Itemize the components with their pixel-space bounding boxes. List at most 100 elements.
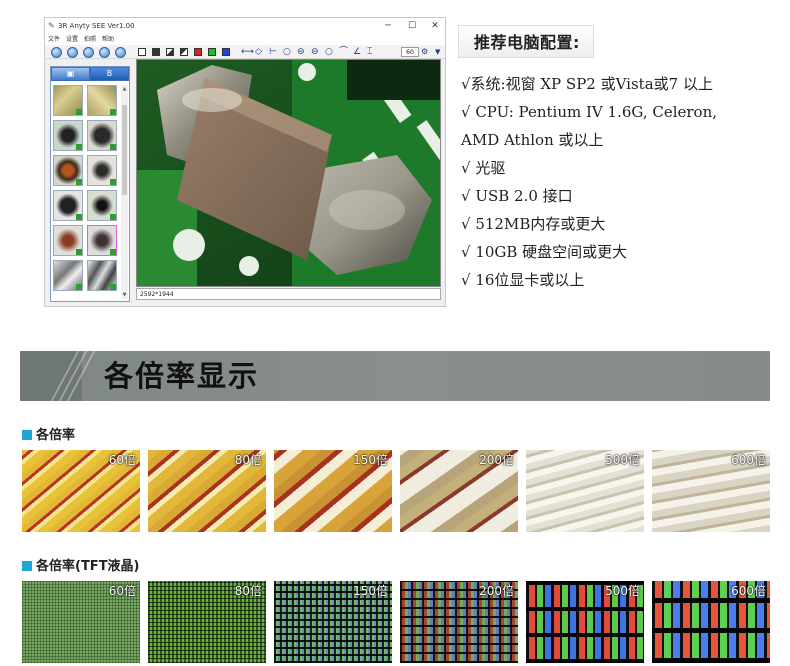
toolbar: ⟷ ◇ ⊢ ○ ⊖ ⊖ ○ ⌒ ∠ ⌶ 60 ⚙ ▼ bbox=[45, 45, 445, 59]
sample-image-80x: 80倍 bbox=[148, 450, 266, 532]
tft-image-60x: 60倍 bbox=[22, 581, 140, 663]
thumbnail-panel: ▣ B ▲ ▼ bbox=[50, 66, 130, 302]
color-green-icon[interactable] bbox=[208, 48, 216, 56]
thumbnail-item[interactable] bbox=[87, 260, 117, 291]
close-button[interactable]: ✕ bbox=[426, 20, 444, 33]
spec-disk: √ 10GB 硬盘空间或更大 bbox=[461, 243, 628, 261]
saved-mark bbox=[110, 284, 116, 290]
tft-image-150x: 150倍 bbox=[274, 581, 392, 663]
contrast-icon[interactable] bbox=[166, 48, 174, 56]
zoom-out-icon[interactable] bbox=[115, 47, 126, 58]
section-label-magnification: 各倍率 bbox=[22, 428, 75, 444]
title-bar: ✎ 3R Anyty SEE Ver1.00 ─ ☐ ✕ bbox=[45, 18, 445, 35]
spec-cpu-cont: AMD Athlon 或以上 bbox=[461, 131, 604, 149]
menu-file[interactable]: 文件 bbox=[48, 35, 60, 45]
maximize-button[interactable]: ☐ bbox=[403, 20, 421, 33]
color-blue-icon[interactable] bbox=[222, 48, 230, 56]
magnification-label: 600倍 bbox=[731, 584, 766, 598]
sample-image-150x: 150倍 bbox=[274, 450, 392, 532]
measure-ellipse-icon[interactable]: ○ bbox=[325, 46, 333, 58]
magnification-label: 200倍 bbox=[479, 584, 514, 598]
saved-mark bbox=[76, 109, 82, 115]
microscope-image bbox=[137, 60, 440, 286]
thumbnail-item[interactable] bbox=[53, 190, 83, 221]
tab-videos[interactable]: B bbox=[90, 67, 129, 81]
spec-list: √系统:视窗 XP SP2 或Vista或7 以上 √ CPU: Pentium… bbox=[461, 70, 779, 294]
app-icon: ✎ bbox=[48, 21, 55, 30]
section-label-text: 各倍率(TFT液晶) bbox=[36, 559, 140, 574]
fill-tool-icon[interactable] bbox=[152, 48, 160, 56]
spec-cpu: √ CPU: Pentium IV 1.6G, Celeron, bbox=[461, 103, 718, 121]
saved-mark bbox=[110, 214, 116, 220]
saved-mark bbox=[76, 284, 82, 290]
sample-image-60x: 60倍 bbox=[22, 450, 140, 532]
menu-help[interactable]: 帮助 bbox=[102, 35, 114, 45]
measure-circle-icon[interactable]: ○ bbox=[283, 46, 291, 58]
text-tool-icon[interactable]: ⌶ bbox=[367, 46, 372, 58]
thumbnail-item[interactable] bbox=[53, 155, 83, 186]
thumbnail-item[interactable] bbox=[87, 85, 117, 116]
menu-settings[interactable]: 设置 bbox=[66, 35, 78, 45]
invert-icon[interactable] bbox=[180, 48, 188, 56]
spec-os: √系统:视窗 XP SP2 或Vista或7 以上 bbox=[461, 75, 713, 93]
magnification-label: 500倍 bbox=[605, 453, 640, 467]
measure-angle-icon[interactable]: ∠ bbox=[353, 46, 361, 58]
zoom-in-icon[interactable] bbox=[99, 47, 110, 58]
section-square-icon bbox=[22, 561, 32, 571]
record-video-icon[interactable] bbox=[67, 47, 78, 58]
section-banner: 各倍率显示 bbox=[20, 351, 770, 401]
spec-memory: √ 512MB内存或更大 bbox=[461, 215, 606, 233]
measure-arc-icon[interactable]: ⌒ bbox=[339, 46, 348, 58]
live-preview[interactable] bbox=[136, 59, 441, 287]
section-label-tft: 各倍率(TFT液晶) bbox=[22, 559, 140, 575]
window-title: 3R Anyty SEE Ver1.00 bbox=[58, 22, 135, 30]
saved-mark bbox=[110, 249, 116, 255]
saved-mark bbox=[76, 179, 82, 185]
spec-heading: 推荐电脑配置: bbox=[474, 33, 580, 52]
measure-radius-icon[interactable]: ⊖ bbox=[297, 46, 305, 58]
measure-diameter-icon[interactable]: ⊖ bbox=[311, 46, 319, 58]
measure-perpendicular-icon[interactable]: ⊢ bbox=[269, 46, 277, 58]
spec-graphics: √ 16位显卡或以上 bbox=[461, 271, 585, 289]
thumbnail-item[interactable] bbox=[53, 85, 83, 116]
saved-mark bbox=[110, 109, 116, 115]
menu-capture[interactable]: 拍照 bbox=[84, 35, 96, 45]
saved-mark bbox=[76, 249, 82, 255]
scroll-up-icon[interactable]: ▲ bbox=[121, 85, 128, 93]
thumbnail-item[interactable] bbox=[53, 225, 83, 256]
saved-mark bbox=[110, 179, 116, 185]
settings-gear-icon[interactable]: ⚙ bbox=[421, 46, 428, 58]
magnification-label: 80倍 bbox=[234, 453, 262, 467]
timer-icon[interactable] bbox=[83, 47, 94, 58]
thumbnail-item[interactable] bbox=[53, 260, 83, 291]
zoom-value-field[interactable]: 60 bbox=[401, 47, 419, 57]
expand-arrow-icon[interactable]: ▼ bbox=[435, 46, 440, 58]
thumbnail-item[interactable] bbox=[87, 190, 117, 221]
capture-photo-icon[interactable] bbox=[51, 47, 62, 58]
magnification-label: 500倍 bbox=[605, 584, 640, 598]
magnification-label: 60倍 bbox=[108, 453, 136, 467]
thumbnail-grid bbox=[53, 85, 121, 299]
tab-photos[interactable]: ▣ bbox=[51, 67, 90, 81]
magnification-label: 60倍 bbox=[108, 584, 136, 598]
thumbnail-item[interactable] bbox=[87, 155, 117, 186]
tft-image-600x: 600倍 bbox=[652, 581, 770, 663]
color-red-icon[interactable] bbox=[194, 48, 202, 56]
magnification-label: 200倍 bbox=[479, 453, 514, 467]
banner-title: 各倍率显示 bbox=[104, 359, 260, 393]
saved-mark bbox=[76, 214, 82, 220]
measure-line-icon[interactable]: ⟷ bbox=[241, 46, 254, 58]
section-label-text: 各倍率 bbox=[36, 428, 76, 443]
sample-image-600x: 600倍 bbox=[652, 450, 770, 532]
scroll-down-icon[interactable]: ▼ bbox=[121, 291, 128, 299]
measure-rhombus-icon[interactable]: ◇ bbox=[255, 46, 262, 58]
thumbnail-item-selected[interactable] bbox=[87, 225, 117, 256]
sample-image-500x: 500倍 bbox=[526, 450, 644, 532]
spec-optical-drive: √ 光驱 bbox=[461, 159, 506, 177]
thumbnail-scrollbar[interactable]: ▲ ▼ bbox=[121, 85, 128, 299]
minimize-button[interactable]: ─ bbox=[379, 20, 397, 33]
panel-tabs: ▣ B bbox=[51, 67, 129, 81]
tft-image-500x: 500倍 bbox=[526, 581, 644, 663]
tft-image-80x: 80倍 bbox=[148, 581, 266, 663]
frame-tool-icon[interactable] bbox=[138, 48, 146, 56]
